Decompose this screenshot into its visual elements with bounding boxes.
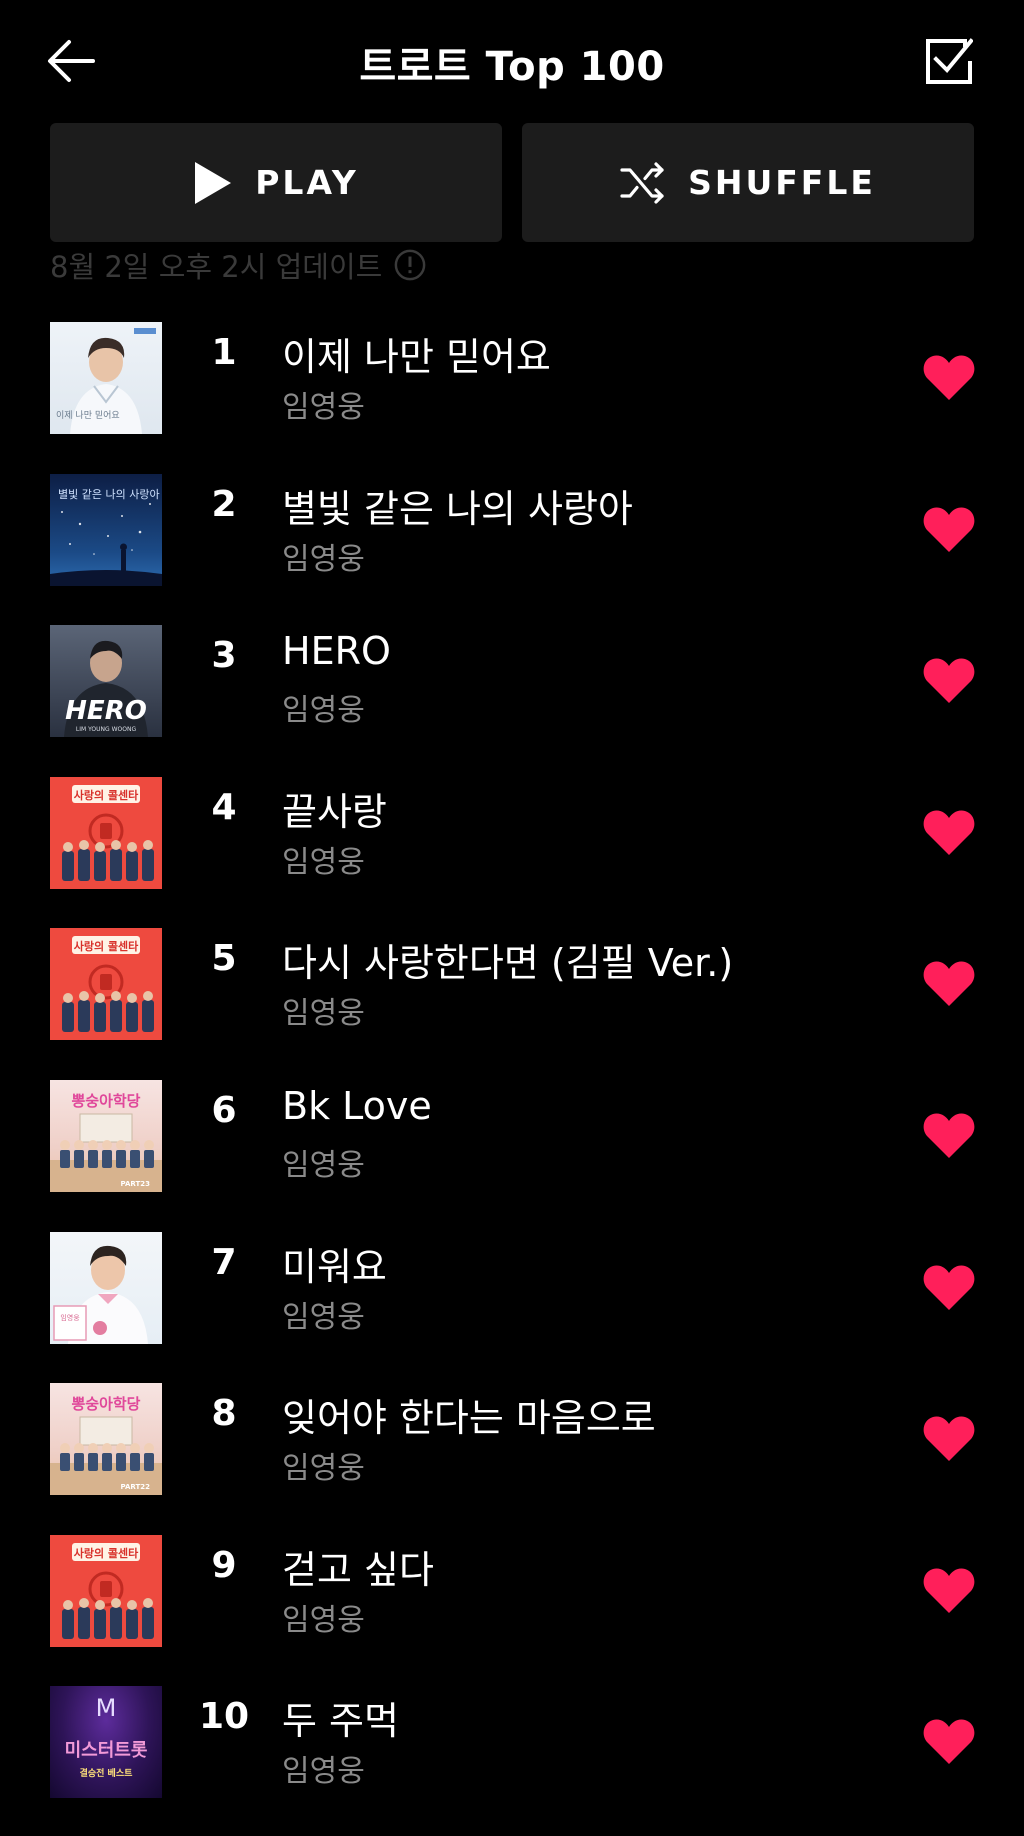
album-cover-text: 사랑의 콜센타: [74, 939, 139, 953]
play-icon: [195, 161, 232, 204]
track-row[interactable]: HERO LIM YOUNG WOONG 3 HERO 임영웅: [0, 623, 1024, 775]
select-mode-button[interactable]: [922, 34, 976, 88]
info-icon[interactable]: [394, 249, 426, 281]
track-artist: 임영웅: [282, 844, 365, 880]
update-timestamp-text: 8월 2일 오후 2시 업데이트: [50, 250, 383, 284]
track-row[interactable]: 이제 나만 믿어요 1 이제 나만 믿어요 임영웅: [0, 320, 1024, 472]
album-cover[interactable]: M 미스터트롯 결승전 베스트: [50, 1686, 162, 1799]
track-artist: 임영웅: [282, 1299, 365, 1335]
track-artist: 임영웅: [282, 390, 365, 425]
track-rank: 5: [211, 938, 237, 980]
heart-icon[interactable]: [922, 655, 976, 705]
track-artist: 임영웅: [282, 996, 365, 1032]
album-cover[interactable]: 사랑의 콜센타: [50, 928, 162, 1041]
album-cover-subtext: LIM YOUNG WOONG: [76, 726, 137, 733]
album-cover-text: 미스터트롯: [65, 1740, 148, 1761]
album-cover-subtext: PART22: [121, 1483, 151, 1491]
track-artist: 임영웅: [282, 541, 365, 577]
album-cover-text: 이제 나만 믿어요: [56, 409, 120, 421]
track-row[interactable]: 별빛 같은 나의 사랑아 2 별빛 같은 나의 사랑아 임영웅: [0, 472, 1024, 624]
album-cover[interactable]: 임영웅: [50, 1231, 162, 1344]
album-cover-text: HERO: [65, 696, 147, 726]
track-rank: 1: [211, 332, 237, 373]
album-cover-subtext: PART23: [121, 1180, 151, 1188]
track-artist: 임영웅: [282, 1147, 365, 1183]
track-title: 이제 나만 믿어요: [282, 335, 551, 379]
play-button[interactable]: PLAY: [50, 123, 502, 242]
track-rank: 4: [211, 786, 237, 828]
track-rank: 3: [211, 635, 237, 677]
heart-icon[interactable]: [922, 807, 976, 857]
album-cover-text: 뽕숭아학당: [71, 1395, 140, 1413]
page-title: 트로트 Top 100: [359, 44, 665, 90]
track-rank: 2: [211, 483, 237, 525]
album-cover[interactable]: 사랑의 콜센타: [50, 776, 162, 889]
track-row[interactable]: 사랑의 콜센타 4 끝사랑 임영웅: [0, 775, 1024, 927]
track-title: 다시 사랑한다면 (김필 Ver.): [282, 941, 734, 986]
heart-icon[interactable]: [922, 1110, 976, 1160]
track-rank: 8: [211, 1393, 237, 1435]
track-artist: 임영웅: [282, 1754, 365, 1790]
track-row[interactable]: 뽕숭아학당 PART22 8 잊어야 한다는 마음으로 임영웅: [0, 1381, 1024, 1533]
app-header: 트로트 Top 100: [0, 0, 1024, 120]
track-row[interactable]: 임영웅 7 미워요 임영웅: [0, 1230, 1024, 1382]
track-title: 두 주먹: [282, 1699, 399, 1744]
heart-icon[interactable]: [922, 1716, 976, 1766]
shuffle-button[interactable]: SHUFFLE: [522, 123, 974, 242]
album-cover-text: 임영웅: [60, 1313, 80, 1322]
album-cover-subtext: 결승전 베스트: [80, 1767, 134, 1779]
track-title: 잊어야 한다는 마음으로: [282, 1396, 656, 1441]
track-artist: 임영웅: [282, 1602, 365, 1638]
track-artist: 임영웅: [282, 1451, 365, 1487]
album-cover[interactable]: 이제 나만 믿어요: [50, 322, 162, 434]
track-title: 끝사랑: [282, 789, 387, 834]
album-cover[interactable]: 별빛 같은 나의 사랑아: [50, 473, 162, 586]
heart-icon[interactable]: [922, 504, 976, 554]
track-title: HERO: [282, 629, 391, 674]
track-rank: 9: [211, 1544, 237, 1586]
track-row[interactable]: M 미스터트롯 결승전 베스트 10 두 주먹 임영웅: [0, 1684, 1024, 1836]
album-cover[interactable]: 뽕숭아학당 PART23: [50, 1079, 162, 1192]
play-button-label: PLAY: [255, 163, 359, 202]
shuffle-button-label: SHUFFLE: [688, 163, 876, 202]
album-cover-text: 뽕숭아학당: [71, 1092, 140, 1110]
heart-icon[interactable]: [922, 1413, 976, 1463]
track-rank: 6: [211, 1089, 237, 1131]
album-cover[interactable]: 사랑의 콜센타: [50, 1534, 162, 1647]
shuffle-icon: [620, 161, 664, 204]
checkbox-checked-icon: [926, 38, 973, 84]
album-cover-text: 사랑의 콜센타: [74, 1546, 139, 1560]
heart-icon[interactable]: [922, 958, 976, 1008]
heart-icon[interactable]: [922, 1262, 976, 1312]
track-rank: 10: [198, 1696, 250, 1738]
track-artist: 임영웅: [282, 693, 365, 729]
album-cover[interactable]: 뽕숭아학당 PART22: [50, 1383, 162, 1496]
album-cover-text: 별빛 같은 나의 사랑아: [58, 488, 160, 501]
track-row[interactable]: 사랑의 콜센타 5 다시 사랑한다면 (김필 Ver.) 임영웅: [0, 926, 1024, 1078]
playback-actions: PLAY SHUFFLE: [50, 123, 974, 242]
album-cover-text: 사랑의 콜센타: [74, 788, 139, 802]
album-cover[interactable]: HERO LIM YOUNG WOONG: [50, 625, 162, 738]
track-title: 걷고 싶다: [282, 1547, 434, 1592]
heart-icon[interactable]: [922, 352, 976, 402]
track-row[interactable]: 사랑의 콜센타 9 걷고 싶다 임영웅: [0, 1533, 1024, 1685]
heart-icon[interactable]: [922, 1565, 976, 1615]
svg-text:M: M: [96, 1694, 117, 1722]
track-title: 미워요: [282, 1244, 387, 1289]
track-row[interactable]: 뽕숭아학당 PART23 6 Bk Love 임영웅: [0, 1078, 1024, 1230]
update-timestamp: 8월 2일 오후 2시 업데이트: [50, 244, 426, 286]
track-title: 별빛 같은 나의 사랑아: [282, 486, 633, 531]
track-rank: 7: [211, 1241, 237, 1283]
track-list: 이제 나만 믿어요 1 이제 나만 믿어요 임영웅 별빛 같은 나의 사랑아 2…: [0, 320, 1024, 1836]
track-title: Bk Love: [282, 1083, 432, 1128]
